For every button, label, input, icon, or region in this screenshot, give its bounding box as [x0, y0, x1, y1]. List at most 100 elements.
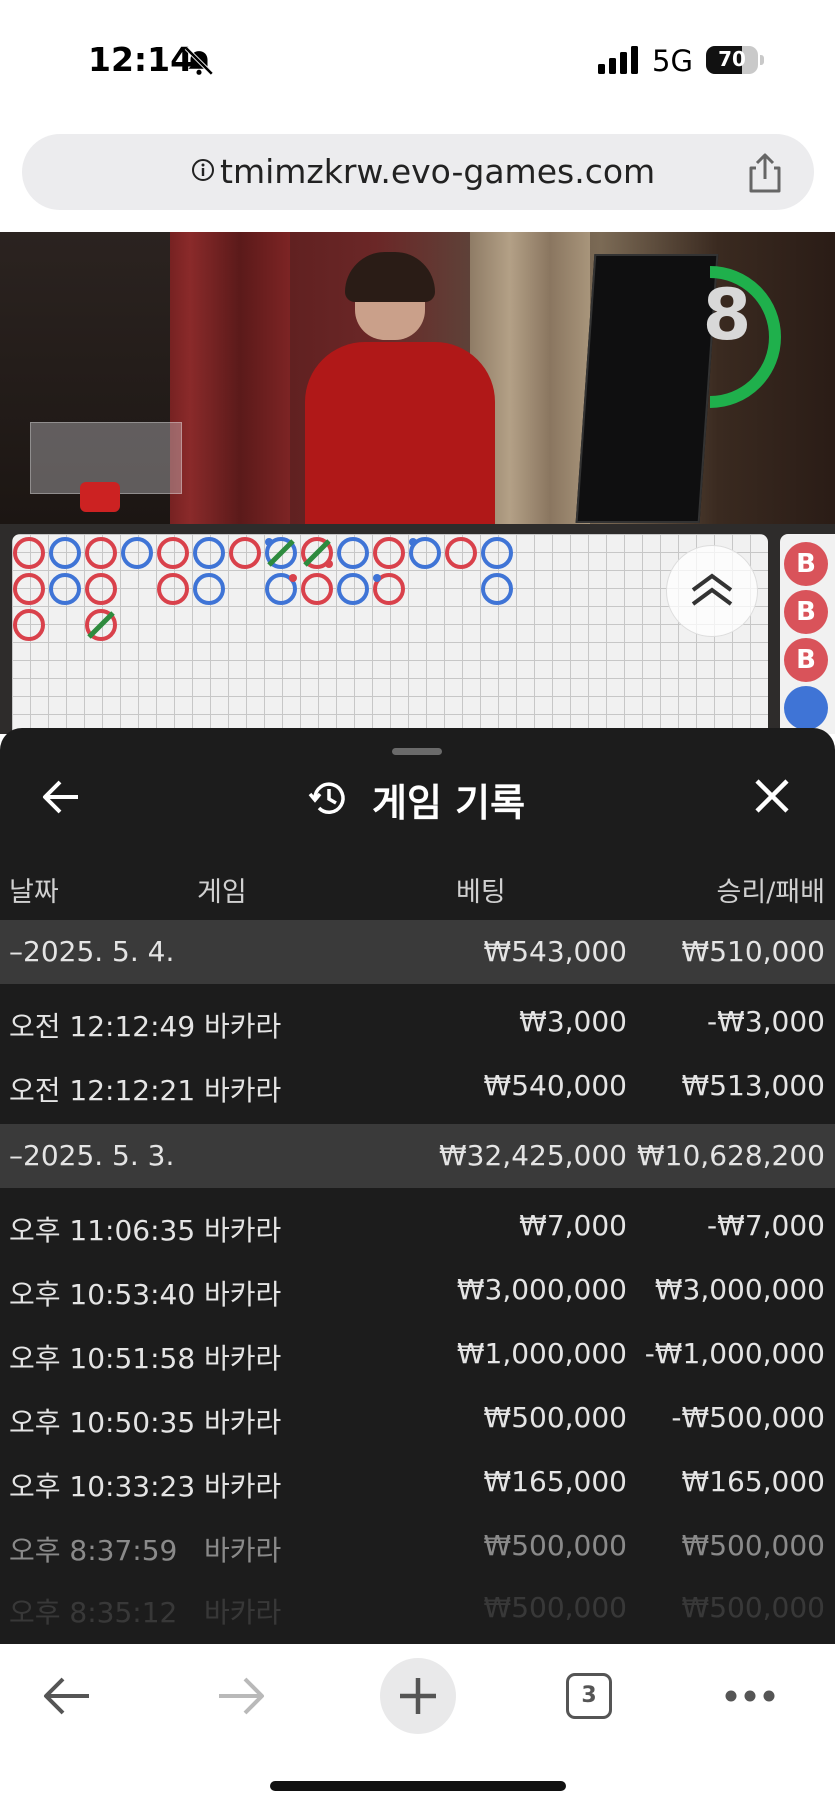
home-indicator[interactable] [270, 1781, 566, 1791]
network-type: 5G [652, 44, 693, 78]
history-row[interactable]: 오후 8:37:59 바카라 ₩500,000 ₩500,000 [0, 1514, 835, 1578]
info-icon[interactable] [191, 158, 215, 182]
history-icon [308, 782, 345, 814]
round-result: -₩7,000 [707, 1209, 825, 1242]
column-header-bet: 베팅 [456, 877, 506, 908]
round-result: -₩1,000,000 [644, 1337, 825, 1370]
battery-indicator: 70 [706, 46, 758, 74]
dealer-dress [305, 342, 495, 524]
more-icon[interactable] [724, 1688, 776, 1704]
banker-bead [13, 537, 45, 569]
round-result: -₩500,000 [671, 1401, 825, 1434]
player-bead [49, 537, 81, 569]
date-group-row[interactable]: –2025. 5. 3. ₩32,425,000 ₩10,628,200 [0, 1124, 835, 1188]
round-game: 바카라 [204, 1214, 282, 1247]
round-game: 바카라 [204, 1470, 282, 1503]
chevron-up-icon [691, 573, 733, 606]
round-bet: ₩3,000 [519, 1005, 627, 1038]
tie-mark [267, 539, 295, 567]
banker-bead [373, 537, 405, 569]
player-badge [784, 686, 828, 730]
bell-slash-icon [184, 46, 214, 76]
banker-bead [301, 573, 333, 605]
date-group-row[interactable]: –2025. 5. 4. ₩543,000 ₩510,000 [0, 920, 835, 984]
round-bet: ₩1,000,000 [456, 1337, 627, 1370]
history-row[interactable]: 오후 10:53:40 바카라 ₩3,000,000 ₩3,000,000 [0, 1258, 835, 1322]
forward-arrow-icon[interactable] [216, 1674, 266, 1718]
round-game: 바카라 [204, 1278, 282, 1311]
game-history-panel: 게임 기록 날짜 게임 베팅 승리/패배 –2025. 5. 4. ₩543,0… [0, 728, 835, 1644]
column-header-result: 승리/패배 [716, 877, 825, 908]
history-row[interactable]: 오후 10:33:23 바카라 ₩165,000 ₩165,000 [0, 1450, 835, 1514]
round-time: 오전 12:12:21 [9, 1074, 196, 1107]
group-result-total: ₩10,628,200 [636, 1139, 825, 1172]
history-row[interactable]: 오후 11:06:35 바카라 ₩7,000 -₩7,000 [0, 1194, 835, 1258]
plus-icon [400, 1678, 436, 1714]
status-time: 12:14 [88, 40, 194, 79]
tab-count-button[interactable]: 3 [566, 1673, 612, 1719]
signal-icon [598, 46, 638, 74]
round-bet: ₩165,000 [483, 1465, 627, 1498]
history-row[interactable]: 오후 8:35:12 바카라 ₩500,000 ₩500,000 [0, 1576, 835, 1640]
live-video-feed: 8 [0, 232, 835, 524]
group-date: –2025. 5. 4. [9, 935, 175, 968]
round-time: 오후 8:37:59 [9, 1534, 178, 1567]
panel-title: 게임 기록 [372, 781, 526, 825]
round-time: 오후 11:06:35 [9, 1214, 196, 1247]
group-result-total: ₩510,000 [681, 935, 825, 968]
round-bet: ₩500,000 [483, 1591, 627, 1624]
bead-road [13, 537, 513, 641]
group-date: –2025. 5. 3. [9, 1139, 175, 1172]
player-bead [337, 573, 369, 605]
round-game: 바카라 [204, 1406, 282, 1439]
tie-mark [87, 611, 115, 639]
round-result: ₩3,000,000 [654, 1273, 825, 1306]
drag-handle[interactable] [392, 748, 442, 755]
history-row[interactable]: 오후 10:51:58 바카라 ₩1,000,000 -₩1,000,000 [0, 1322, 835, 1386]
status-bar: 12:14 5G 70 [0, 0, 835, 125]
round-game: 바카라 [204, 1010, 282, 1043]
banker-bead [13, 609, 45, 641]
countdown-number: 8 [702, 274, 752, 356]
round-result: ₩500,000 [681, 1591, 825, 1624]
new-tab-button[interactable] [380, 1658, 456, 1734]
round-result: ₩500,000 [681, 1529, 825, 1562]
back-arrow-icon[interactable] [40, 776, 82, 818]
address-bar[interactable]: tmimzkrw.evo-games.com [22, 134, 814, 210]
round-bet: ₩500,000 [483, 1529, 627, 1562]
player-bead [193, 537, 225, 569]
round-bet: ₩540,000 [483, 1069, 627, 1102]
red-chip [80, 482, 120, 512]
banker-bead [13, 573, 45, 605]
back-arrow-icon[interactable] [42, 1674, 92, 1718]
banker-bead [85, 573, 117, 605]
url-text[interactable]: tmimzkrw.evo-games.com [220, 152, 655, 191]
banker-badge: B [784, 590, 828, 634]
banker-bead [85, 537, 117, 569]
close-icon[interactable] [752, 776, 792, 816]
history-row[interactable]: 오전 12:12:21 바카라 ₩540,000 ₩513,000 [0, 1054, 835, 1118]
player-bead [481, 573, 513, 605]
history-row[interactable]: 오전 12:12:49 바카라 ₩3,000 -₩3,000 [0, 990, 835, 1054]
dealer-hair [345, 252, 435, 302]
share-icon[interactable] [746, 152, 784, 194]
round-time: 오후 10:33:23 [9, 1470, 196, 1503]
history-row[interactable]: 오후 10:50:35 바카라 ₩500,000 -₩500,000 [0, 1386, 835, 1450]
player-bead [337, 537, 369, 569]
round-result: -₩3,000 [707, 1005, 825, 1038]
banker-bead [157, 537, 189, 569]
round-bet: ₩3,000,000 [456, 1273, 627, 1306]
round-result: ₩513,000 [681, 1069, 825, 1102]
round-time: 오후 8:35:12 [9, 1596, 178, 1629]
round-bet: ₩7,000 [519, 1209, 627, 1242]
round-time: 오후 10:50:35 [9, 1406, 196, 1439]
round-game: 바카라 [204, 1534, 282, 1567]
column-header-date: 날짜 [9, 877, 59, 908]
round-time: 오후 10:51:58 [9, 1342, 196, 1375]
tie-mark [303, 539, 331, 567]
banker-badge: B [784, 542, 828, 586]
big-road-column: B B B [780, 534, 835, 734]
expand-road-button[interactable] [666, 545, 758, 637]
round-game: 바카라 [204, 1596, 282, 1629]
banker-bead [157, 573, 189, 605]
